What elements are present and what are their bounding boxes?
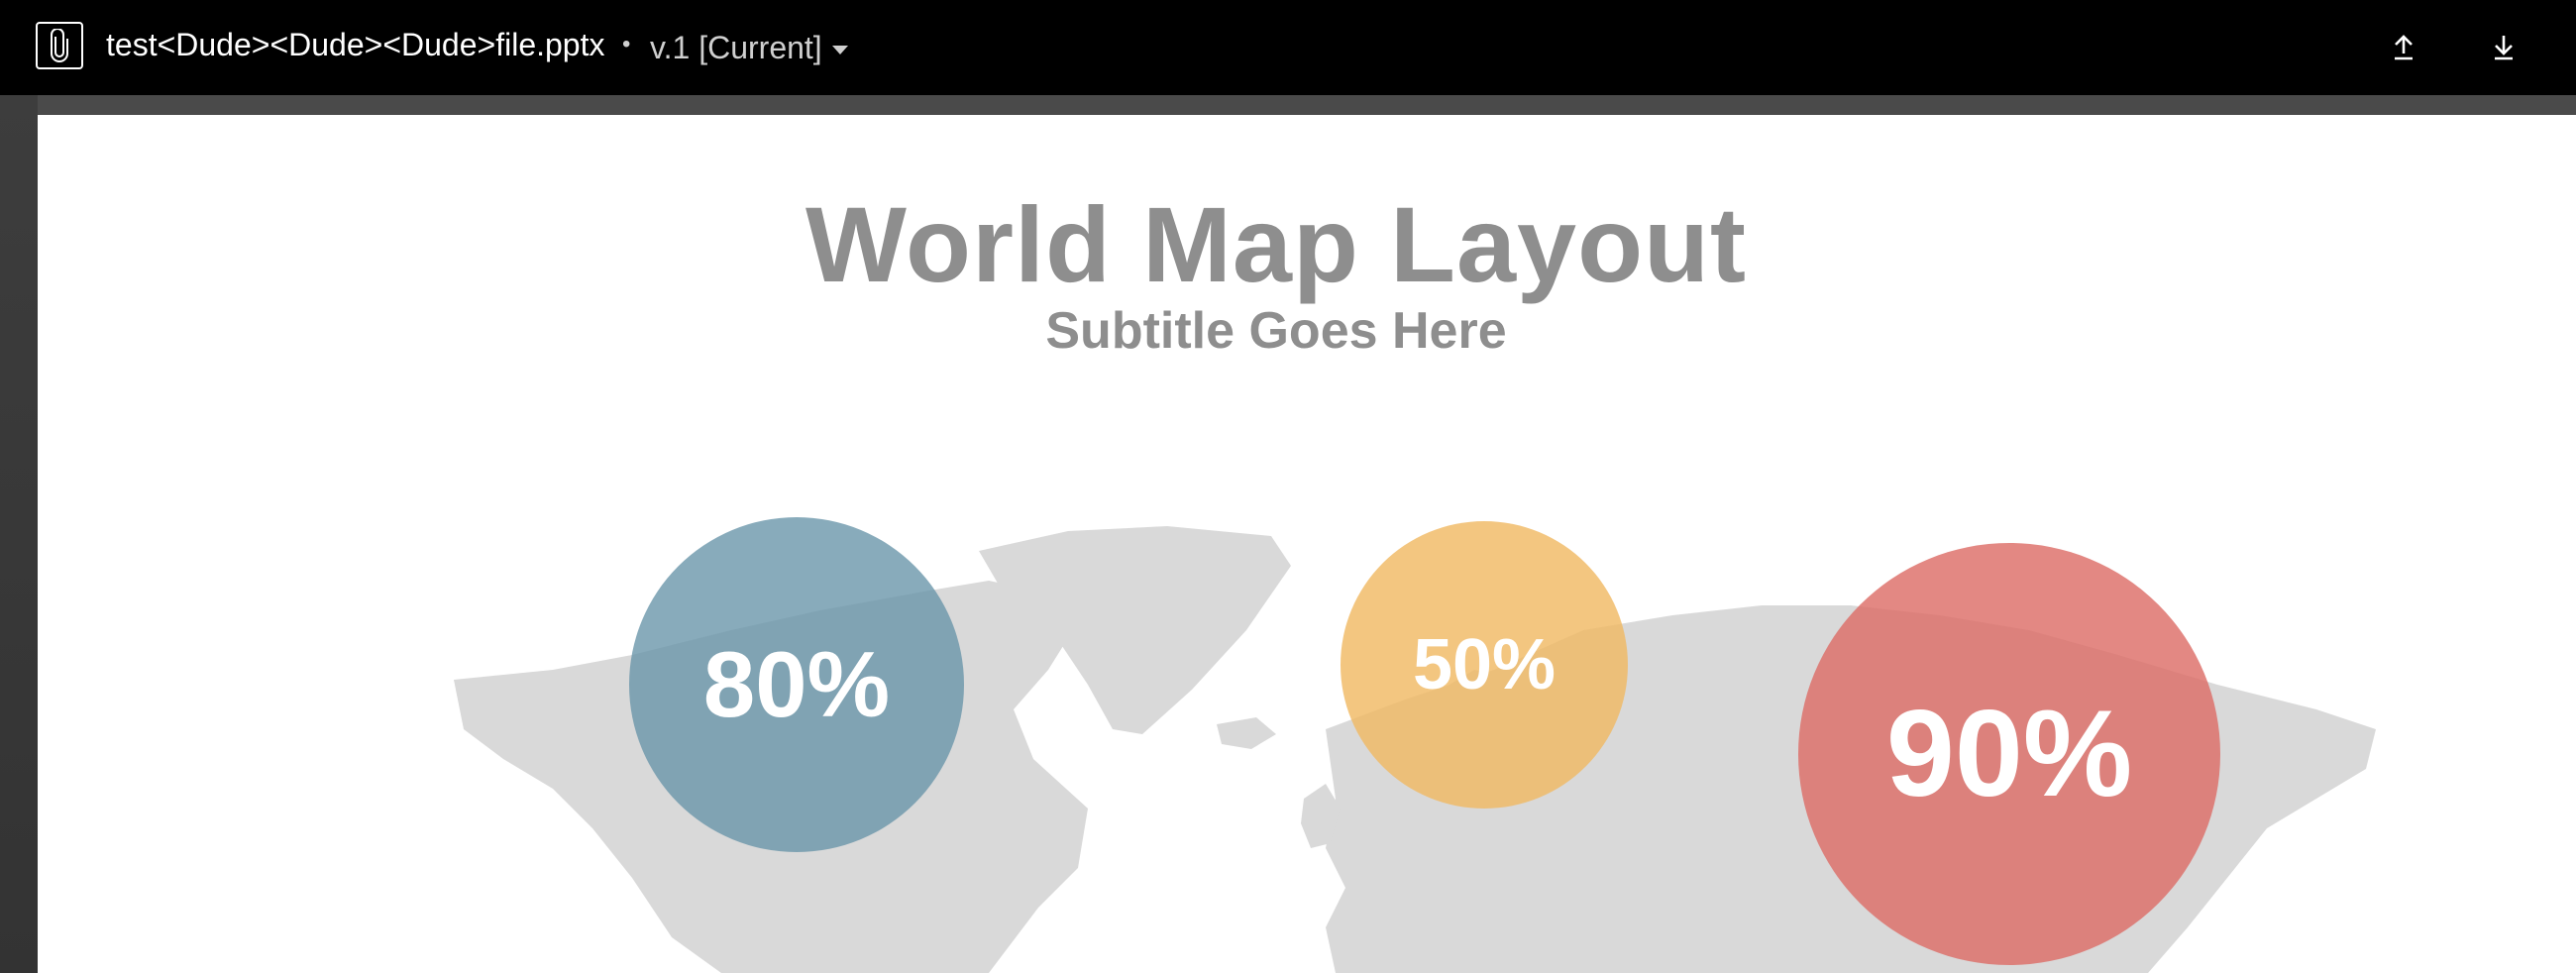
slide-canvas: World Map Layout Subtitle Goes Here 80% … [38, 115, 2576, 973]
toolbar-strip [0, 95, 2576, 115]
file-name: test<Dude><Dude><Dude>file.pptx [106, 27, 605, 62]
stat-bubble-2: 50% [1341, 521, 1628, 809]
version-label: v.1 [Current] [650, 30, 822, 65]
stat-bubble-1: 80% [629, 517, 964, 852]
stat-bubble-3: 90% [1798, 543, 2220, 965]
version-dropdown[interactable]: v.1 [Current] [650, 0, 848, 95]
upload-icon [2395, 35, 2413, 60]
iceland-shape [1217, 717, 1276, 749]
paperclip-icon[interactable] [36, 22, 83, 69]
title-separator: • [622, 31, 631, 57]
chevron-down-icon [831, 45, 848, 54]
top-bar: test<Dude><Dude><Dude>file.pptx • v.1 [C… [0, 0, 2576, 95]
download-button[interactable] [2480, 24, 2527, 71]
download-icon [2495, 36, 2513, 60]
thumbnail-gutter[interactable] [0, 95, 38, 973]
upload-button[interactable] [2380, 24, 2427, 71]
